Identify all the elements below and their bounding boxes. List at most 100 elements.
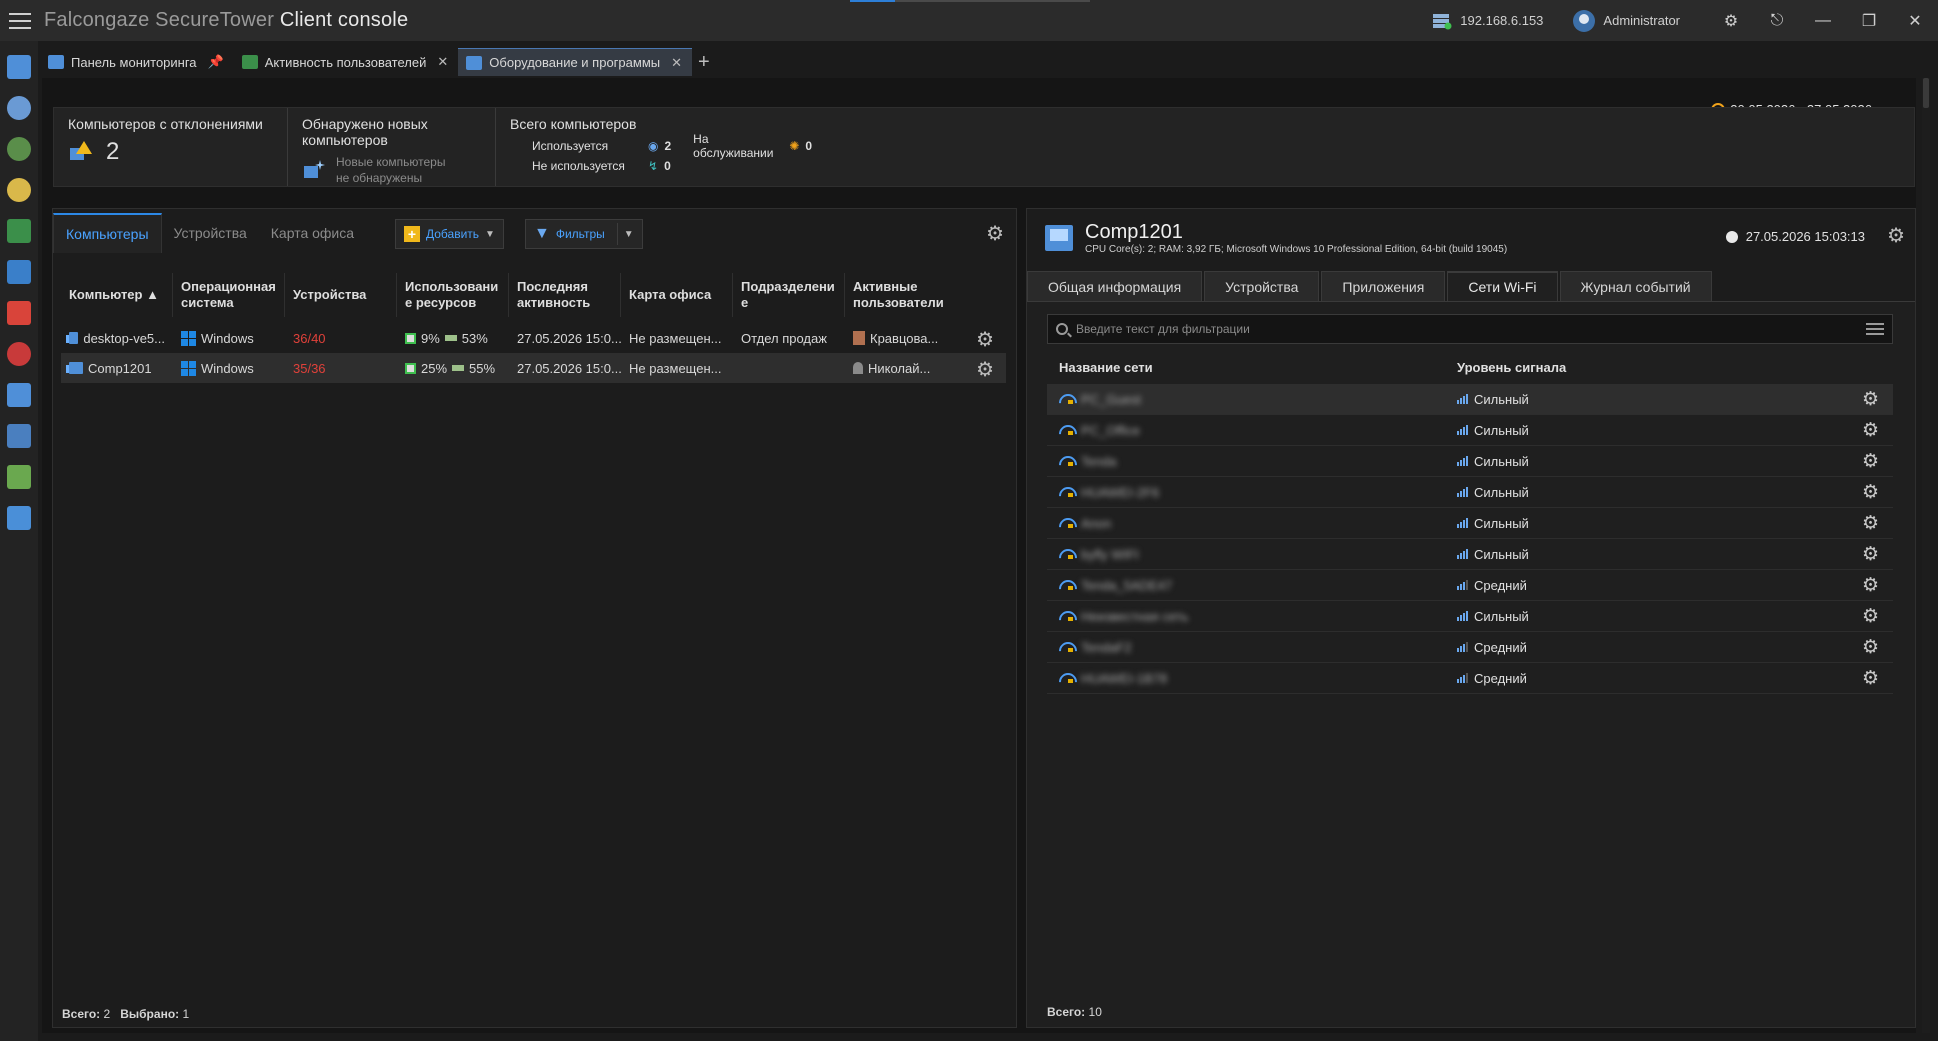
signal-strong-icon — [1457, 456, 1468, 466]
search-user-icon[interactable] — [7, 96, 31, 120]
warning-pc-icon — [70, 141, 92, 160]
chevron-down-icon[interactable]: ▼ — [624, 229, 634, 240]
server-ip[interactable]: 192.168.6.153 — [1432, 12, 1543, 30]
row-settings-icon[interactable]: ⚙ — [1862, 605, 1879, 628]
row-settings-icon[interactable]: ⚙ — [1862, 636, 1879, 659]
settings-icon[interactable]: ⚙ — [986, 221, 1004, 246]
list-item[interactable]: HUAWEI-1B78 Средний ⚙ — [1047, 663, 1893, 694]
table-row[interactable]: Comp1201 Windows 35/36 25% 55% 27.05.2026… — [61, 353, 1006, 383]
col-computer[interactable]: Компьютер ▲ — [61, 273, 173, 317]
alert-icon[interactable] — [7, 301, 31, 325]
screenshot-icon[interactable] — [7, 424, 31, 448]
tab-hardware-software[interactable]: Оборудование и программы ✕ — [458, 48, 693, 76]
tab-devices[interactable]: Устройства — [162, 213, 259, 253]
list-item[interactable]: Tenda_5ADE47 Средний ⚙ — [1047, 570, 1893, 601]
signal-strong-icon — [1457, 394, 1468, 404]
row-settings-icon[interactable]: ⚙ — [1862, 512, 1879, 535]
table-header: Компьютер ▲ Операционная система Устройс… — [61, 270, 1006, 320]
user-search-icon[interactable] — [7, 178, 31, 202]
archive-icon[interactable] — [7, 465, 31, 489]
user-menu[interactable]: Administrator — [1573, 9, 1680, 32]
row-settings-icon[interactable]: ⚙ — [1862, 481, 1879, 504]
list-item[interactable]: TendaF2 Средний ⚙ — [1047, 632, 1893, 663]
list-item[interactable]: PC_Office Сильный ⚙ — [1047, 415, 1893, 446]
col-office-map[interactable]: Карта офиса — [621, 273, 733, 317]
col-active-users[interactable]: Активные пользователи — [845, 273, 957, 317]
close-button[interactable]: ✕ — [1892, 0, 1938, 41]
total-computers-card[interactable]: Всего компьютеров Используется ◉ 2 Не испо… — [496, 108, 826, 186]
computer-details-panel: Comp1201 CPU Core(s): 2; RAM: 3,92 ГБ; M… — [1026, 208, 1916, 1028]
wifi-icon — [1059, 549, 1073, 559]
tab-computers[interactable]: Компьютеры — [53, 213, 162, 253]
filter-box[interactable] — [1047, 314, 1893, 344]
row-settings-icon[interactable]: ⚙ — [1862, 388, 1879, 411]
list-footer: Всего: 2 Выбрано: 1 — [62, 1007, 190, 1021]
deviations-card[interactable]: Компьютеров с отклонениями 2 — [54, 108, 288, 186]
dashboard-icon[interactable] — [7, 55, 31, 79]
wifi-icon — [1059, 580, 1073, 590]
tab-monitoring-panel[interactable]: Панель мониторинга 📌 — [40, 48, 234, 76]
close-icon[interactable]: ✕ — [671, 55, 682, 71]
ip-address: 192.168.6.153 — [1460, 13, 1544, 28]
row-settings-icon[interactable]: ⚙ — [976, 357, 994, 382]
restore-button[interactable]: ❐ — [1846, 0, 1892, 41]
support-icon[interactable]: ⎋ — [1754, 0, 1800, 41]
tab-office-map[interactable]: Карта офиса — [259, 213, 366, 253]
wifi-icon — [1059, 394, 1073, 404]
settings-icon[interactable]: ⚙ — [1708, 0, 1754, 41]
scrollbar[interactable] — [1922, 78, 1930, 1033]
menu-icon[interactable] — [0, 0, 40, 41]
dashboard-icon — [48, 55, 64, 69]
col-last-activity[interactable]: Последняя активность — [509, 273, 621, 317]
tab-devices[interactable]: Устройства — [1204, 271, 1320, 301]
row-settings-icon[interactable]: ⚙ — [1862, 574, 1879, 597]
col-devices[interactable]: Устройства — [285, 273, 397, 317]
tab-wifi-networks[interactable]: Сети Wi-Fi — [1447, 271, 1558, 301]
signal-strong-icon — [1457, 549, 1468, 559]
filter-input[interactable] — [1076, 322, 1858, 336]
monitor-icon[interactable] — [7, 506, 31, 530]
add-tab-button[interactable]: + — [698, 51, 710, 74]
settings-icon[interactable]: ⚙ — [1887, 223, 1905, 248]
new-computers-card[interactable]: Обнаружено новых компьютеров Новые компь… — [288, 108, 496, 186]
analysis-icon[interactable] — [7, 137, 31, 161]
minimize-button[interactable]: — — [1800, 0, 1846, 41]
activity-icon[interactable] — [7, 219, 31, 243]
col-resources[interactable]: Использовани е ресурсов — [397, 273, 509, 317]
row-settings-icon[interactable]: ⚙ — [1862, 543, 1879, 566]
row-settings-icon[interactable]: ⚙ — [976, 327, 994, 352]
cpu-icon — [405, 332, 416, 344]
col-os[interactable]: Операционная система — [173, 273, 285, 317]
chevron-down-icon[interactable]: ▼ — [485, 229, 495, 240]
hardware-icon[interactable] — [7, 383, 31, 407]
computer-icon — [65, 332, 79, 344]
tab-applications[interactable]: Приложения — [1321, 271, 1446, 301]
list-item[interactable]: byfly WIFI Сильный ⚙ — [1047, 539, 1893, 570]
tab-event-log[interactable]: Журнал событий — [1559, 271, 1712, 301]
col-signal-level[interactable]: Уровень сигнала — [1457, 360, 1566, 375]
row-settings-icon[interactable]: ⚙ — [1862, 419, 1879, 442]
computer-name: Comp1201 — [1085, 221, 1183, 243]
tab-general-info[interactable]: Общая информация — [1027, 271, 1203, 301]
list-item[interactable]: Неизвестная сеть Сильный ⚙ — [1047, 601, 1893, 632]
signal-strong-icon — [1457, 518, 1468, 528]
table-row[interactable]: desktop-ve5... Windows 36/40 9% 53% 27.05… — [61, 323, 1006, 353]
close-icon[interactable]: ✕ — [437, 54, 448, 70]
filter-options-icon[interactable] — [1866, 323, 1884, 335]
wifi-icon — [1059, 611, 1073, 621]
col-department[interactable]: Подразделени е — [733, 273, 845, 317]
reports-icon[interactable] — [7, 260, 31, 284]
list-item[interactable]: HUAWEI-2F6 Сильный ⚙ — [1047, 477, 1893, 508]
col-network-name[interactable]: Название сети — [1047, 360, 1457, 375]
list-item[interactable]: Anon Сильный ⚙ — [1047, 508, 1893, 539]
list-item[interactable]: PC_Guest Сильный ⚙ — [1047, 384, 1893, 415]
summary-bar: Компьютеров с отклонениями 2 Обнаружено … — [53, 107, 1915, 187]
add-button[interactable]: + Добавить ▼ — [395, 219, 504, 249]
pin-icon[interactable]: 📌 — [208, 54, 224, 70]
tab-user-activity[interactable]: Активность пользователей ✕ — [234, 48, 459, 76]
row-settings-icon[interactable]: ⚙ — [1862, 667, 1879, 690]
filters-button[interactable]: ▼ Фильтры ▼ — [525, 219, 643, 249]
row-settings-icon[interactable]: ⚙ — [1862, 450, 1879, 473]
risk-icon[interactable] — [7, 342, 31, 366]
list-item[interactable]: Tenda Сильный ⚙ — [1047, 446, 1893, 477]
